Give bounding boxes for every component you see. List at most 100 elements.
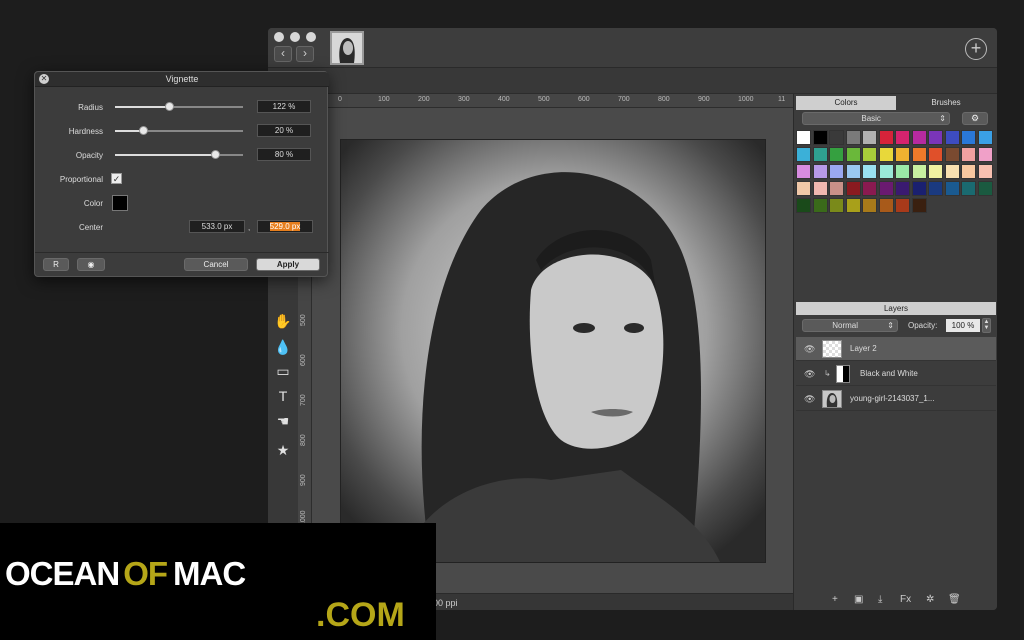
gradient-tool-icon[interactable]: ▭: [272, 360, 294, 382]
color-swatch[interactable]: [895, 130, 910, 145]
gear-icon[interactable]: ⚙: [962, 112, 988, 125]
effects-icon[interactable]: Fx: [900, 594, 911, 605]
radius-slider[interactable]: [115, 102, 243, 111]
layer-row[interactable]: 👁 young-girl-2143037_1...: [796, 387, 996, 411]
minimize-window-button[interactable]: [290, 32, 300, 42]
radius-slider-knob[interactable]: [164, 102, 174, 111]
color-swatch[interactable]: [845, 147, 861, 162]
color-swatch[interactable]: [862, 147, 877, 162]
color-swatch[interactable]: [829, 164, 844, 179]
color-swatch[interactable]: [812, 164, 828, 179]
back-button[interactable]: ‹: [274, 46, 292, 62]
color-swatch[interactable]: [895, 147, 910, 162]
radius-field[interactable]: 122 %: [257, 100, 311, 113]
layer-opacity-field[interactable]: 100 %: [946, 319, 980, 332]
color-swatch[interactable]: [829, 181, 844, 196]
color-swatch[interactable]: [977, 147, 993, 162]
add-document-button[interactable]: +: [965, 38, 987, 60]
smudge-tool-icon[interactable]: ✋: [272, 310, 294, 332]
color-swatch[interactable]: [911, 181, 927, 196]
opacity-slider[interactable]: [115, 150, 243, 159]
color-swatch[interactable]: [878, 164, 894, 179]
center-y-field[interactable]: 529.0 px: [257, 220, 313, 233]
blur-tool-icon[interactable]: 💧: [272, 336, 294, 358]
layer-row[interactable]: 👁 ↳ Black and White: [796, 362, 996, 386]
merge-icon[interactable]: ⤓: [878, 594, 882, 605]
color-swatch[interactable]: [862, 181, 877, 196]
color-swatch[interactable]: [928, 181, 943, 196]
color-swatch[interactable]: [862, 130, 877, 145]
color-swatch[interactable]: [911, 198, 927, 213]
color-preset-select[interactable]: Basic ⇕: [802, 112, 950, 125]
eye-icon[interactable]: 👁: [804, 369, 815, 380]
color-swatch[interactable]: [845, 181, 861, 196]
color-swatch[interactable]: [895, 198, 910, 213]
color-swatch[interactable]: [878, 130, 894, 145]
center-x-field[interactable]: 533.0 px: [189, 220, 245, 233]
eye-icon[interactable]: 👁: [804, 394, 815, 405]
color-swatch[interactable]: [845, 198, 861, 213]
add-mask-icon[interactable]: ▣: [854, 594, 863, 605]
cancel-button[interactable]: Cancel: [184, 258, 248, 271]
color-swatch[interactable]: [911, 130, 927, 145]
color-swatch[interactable]: [878, 198, 894, 213]
color-swatch[interactable]: [911, 147, 927, 162]
favorites-star-icon[interactable]: ★: [272, 439, 294, 461]
color-swatch[interactable]: [796, 147, 811, 162]
adjustment-icon[interactable]: ✲: [926, 594, 934, 605]
color-swatch[interactable]: [878, 147, 894, 162]
opacity-stepper[interactable]: ▲ ▼: [982, 318, 991, 333]
color-swatch[interactable]: [944, 147, 960, 162]
color-swatch[interactable]: [961, 181, 976, 196]
forward-button[interactable]: ›: [296, 46, 314, 62]
color-swatch[interactable]: [829, 198, 844, 213]
color-swatch[interactable]: [977, 130, 993, 145]
color-swatch[interactable]: [977, 164, 993, 179]
color-swatch[interactable]: [961, 147, 976, 162]
hardness-slider-knob[interactable]: [139, 126, 149, 135]
color-swatch[interactable]: [812, 198, 828, 213]
color-swatch[interactable]: [961, 130, 976, 145]
color-swatch[interactable]: [928, 130, 943, 145]
color-swatch[interactable]: [796, 181, 811, 196]
color-swatch[interactable]: [829, 147, 844, 162]
apply-button[interactable]: Apply: [256, 258, 320, 271]
close-icon[interactable]: ✕: [39, 74, 49, 84]
trash-icon[interactable]: 🗑: [948, 594, 961, 605]
color-swatch[interactable]: [895, 164, 910, 179]
close-window-button[interactable]: [274, 32, 284, 42]
eye-icon[interactable]: 👁: [804, 344, 815, 355]
opacity-slider-knob[interactable]: [210, 150, 220, 159]
color-swatch[interactable]: [862, 164, 877, 179]
color-swatch[interactable]: [812, 147, 828, 162]
reset-button[interactable]: R: [43, 258, 69, 271]
zoom-window-button[interactable]: [306, 32, 316, 42]
canvas-image[interactable]: [340, 139, 766, 563]
color-swatch[interactable]: [928, 147, 943, 162]
color-swatch[interactable]: [812, 130, 828, 145]
color-swatch[interactable]: [895, 181, 910, 196]
vignette-color-well[interactable]: [112, 195, 128, 211]
hardness-field[interactable]: 20 %: [257, 124, 311, 137]
hardness-slider[interactable]: [115, 126, 243, 135]
text-tool-icon[interactable]: T: [272, 385, 294, 407]
tab-brushes[interactable]: Brushes: [896, 96, 996, 110]
canvas-area[interactable]: [312, 108, 793, 593]
color-swatch[interactable]: [796, 164, 811, 179]
color-swatch[interactable]: [878, 181, 894, 196]
color-swatch[interactable]: [944, 181, 960, 196]
color-swatch[interactable]: [944, 130, 960, 145]
opacity-field[interactable]: 80 %: [257, 148, 311, 161]
hand-tool-icon[interactable]: ☚: [272, 410, 294, 432]
color-swatch[interactable]: [928, 164, 943, 179]
color-swatch[interactable]: [796, 198, 811, 213]
color-swatch[interactable]: [845, 130, 861, 145]
tab-colors[interactable]: Colors: [796, 96, 896, 110]
proportional-checkbox[interactable]: ✓: [111, 173, 122, 184]
document-thumbnail[interactable]: [330, 31, 364, 65]
color-swatch[interactable]: [961, 164, 976, 179]
color-swatch[interactable]: [977, 181, 993, 196]
color-swatch[interactable]: [796, 130, 811, 145]
layer-row[interactable]: 👁 Layer 2: [796, 337, 996, 361]
add-layer-icon[interactable]: +: [832, 594, 838, 605]
